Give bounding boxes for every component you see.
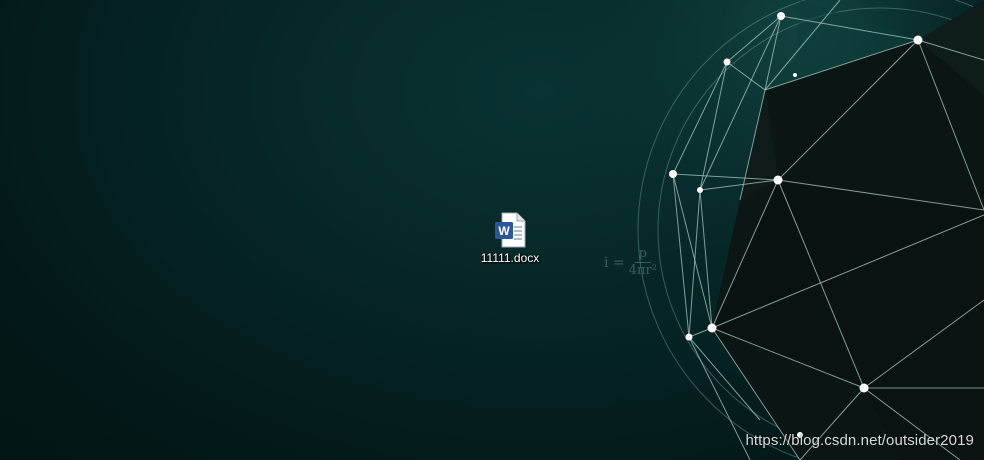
formula-denominator: 4πr² <box>628 263 657 278</box>
formula-lhs: i = <box>604 254 625 271</box>
watermark-text: https://blog.csdn.net/outsider2019 <box>745 432 974 449</box>
formula-numerator: p <box>634 246 651 263</box>
desktop-icon-label: 11111.docx <box>480 251 540 265</box>
word-document-icon: W <box>495 212 526 248</box>
svg-text:W: W <box>498 224 510 238</box>
desktop-icon-docx[interactable]: W 11111.docx <box>470 212 550 265</box>
formula-fraction: p 4πr² <box>629 246 657 279</box>
wallpaper-formula: i = p 4πr² <box>604 246 657 279</box>
